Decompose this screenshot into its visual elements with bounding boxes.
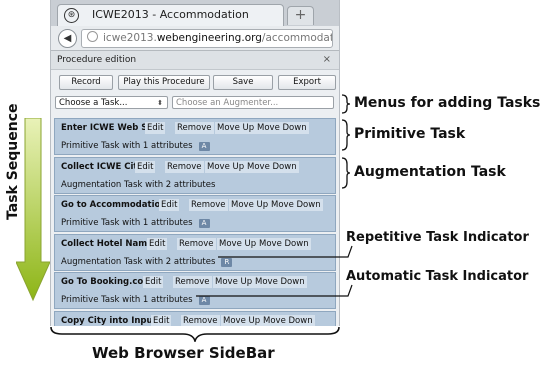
- move-down-button[interactable]: Move Down: [261, 314, 315, 326]
- task-description: Primitive Task with 1 attributes A: [61, 218, 210, 228]
- task-name: Copy City into Input: [61, 315, 157, 326]
- move-down-button[interactable]: Move Down: [269, 199, 323, 211]
- sidebar-brace: [50, 326, 340, 342]
- move-up-button[interactable]: Move Up: [205, 160, 247, 173]
- remove-button[interactable]: Remove: [181, 314, 220, 326]
- edit-button[interactable]: Edit: [159, 199, 180, 211]
- task-row[interactable]: Go to Accommodation Edit Remove Move Up Move…: [54, 195, 336, 232]
- task-select-value: Choose a Task...: [59, 98, 128, 108]
- edit-button[interactable]: Edit: [151, 314, 172, 326]
- remove-button[interactable]: Remove: [175, 122, 214, 134]
- tab-bar: ⊛ ICWE2013 - Accommodation +: [51, 0, 339, 27]
- remove-button[interactable]: Remove: [165, 160, 204, 173]
- tab-accommodation[interactable]: ⊛ ICWE2013 - Accommodation: [57, 4, 284, 27]
- globe-icon: [87, 31, 98, 42]
- repetitive-indicator-annotation: Repetitive Task Indicator: [346, 230, 529, 245]
- move-down-button[interactable]: Move Down: [245, 160, 299, 173]
- panel-header: Procedure edition ×: [51, 51, 339, 70]
- automatic-leader-line: [196, 284, 353, 297]
- augmenter-select[interactable]: Choose an Augmenter...: [172, 96, 334, 109]
- automatic-indicator-badge: A: [198, 296, 210, 305]
- task-sequence-arrow: [16, 118, 50, 302]
- export-button[interactable]: Export: [278, 75, 336, 90]
- url-domain: webengineering.org: [156, 32, 262, 44]
- menus-annotation: Menus for adding Tasks: [354, 95, 541, 111]
- move-up-button[interactable]: Move Up: [215, 122, 257, 134]
- task-description-text: Augmentation Task with 2 attributes: [61, 256, 216, 267]
- back-button[interactable]: ◀: [58, 29, 77, 48]
- primitive-task-annotation: Primitive Task: [354, 126, 466, 142]
- task-name: Go to Accommodation: [61, 200, 167, 210]
- task-description: Primitive Task with 1 attributes A: [61, 141, 210, 151]
- brace-primitive: [341, 119, 351, 151]
- task-select[interactable]: Choose a Task... ⬍: [55, 96, 168, 109]
- move-down-button[interactable]: Move Down: [255, 122, 309, 134]
- task-sequence-label: Task Sequence: [5, 103, 21, 220]
- save-button[interactable]: Save: [213, 75, 273, 90]
- play-procedure-button[interactable]: Play this Procedure: [118, 75, 210, 90]
- repetitive-indicator-badge: R: [221, 257, 233, 267]
- remove-button[interactable]: Remove: [189, 199, 228, 211]
- tab-title: ICWE2013 - Accommodation: [92, 8, 249, 21]
- augmenter-placeholder: Choose an Augmenter...: [176, 98, 279, 108]
- url-path: /accommodation: [261, 32, 332, 44]
- task-name: Collect ICWE City: [61, 161, 144, 172]
- automatic-indicator-badge: A: [198, 219, 210, 228]
- edit-button[interactable]: Edit: [147, 237, 168, 250]
- brace-menus: [341, 94, 351, 114]
- task-description-text: Augmentation Task with 2 attributes: [61, 179, 216, 190]
- task-description: Augmentation Task with 2 attributes R: [61, 256, 233, 267]
- firefox-icon: ⊛: [64, 8, 79, 23]
- task-description-text: Primitive Task with 1 attributes: [61, 218, 193, 228]
- repetitive-leader-line: [218, 245, 353, 258]
- move-up-button[interactable]: Move Up: [221, 314, 263, 326]
- remove-button[interactable]: Remove: [177, 237, 216, 250]
- panel-title: Procedure edition: [57, 55, 137, 65]
- automatic-indicator-badge: A: [198, 142, 210, 151]
- edit-button[interactable]: Edit: [135, 160, 156, 173]
- task-description-text: Primitive Task with 1 attributes: [61, 141, 193, 151]
- task-description-text: Primitive Task with 1 attributes: [61, 295, 193, 305]
- automatic-indicator-annotation: Automatic Task Indicator: [346, 269, 529, 284]
- task-row[interactable]: Copy City into Input Edit Remove Move Up Mov…: [54, 310, 336, 326]
- task-name: Collect Hotel Name: [61, 238, 153, 249]
- task-description: Augmentation Task with 2 attributes: [61, 180, 215, 190]
- task-row[interactable]: Enter ICWE Web Site Edit Remove Move Up Move…: [54, 118, 336, 155]
- task-row[interactable]: Collect ICWE City Edit Remove Move Up Move D…: [54, 156, 336, 194]
- edit-button[interactable]: Edit: [145, 122, 166, 134]
- task-description: Primitive Task with 1 attributes A: [61, 295, 210, 305]
- chevron-down-icon: ⬍: [157, 99, 163, 107]
- close-icon[interactable]: ×: [323, 51, 331, 69]
- url-field[interactable]: icwe2013.webengineering.org/accommodatio…: [81, 29, 333, 48]
- sidebar-annotation: Web Browser SideBar: [92, 344, 275, 362]
- edit-button[interactable]: Edit: [143, 276, 164, 288]
- task-name: Go To Booking.com: [61, 277, 153, 287]
- move-up-button[interactable]: Move Up: [229, 199, 271, 211]
- new-tab-button[interactable]: +: [287, 6, 314, 25]
- navigation-bar: ◀ icwe2013.webengineering.org/accommodat…: [51, 26, 339, 51]
- augmentation-task-annotation: Augmentation Task: [354, 164, 506, 180]
- browser-window: ⊛ ICWE2013 - Accommodation + ◀ icwe2013.…: [50, 0, 340, 326]
- url-prefix: icwe2013.: [103, 32, 157, 44]
- brace-augmentation: [341, 157, 351, 189]
- record-button[interactable]: Record: [59, 75, 113, 90]
